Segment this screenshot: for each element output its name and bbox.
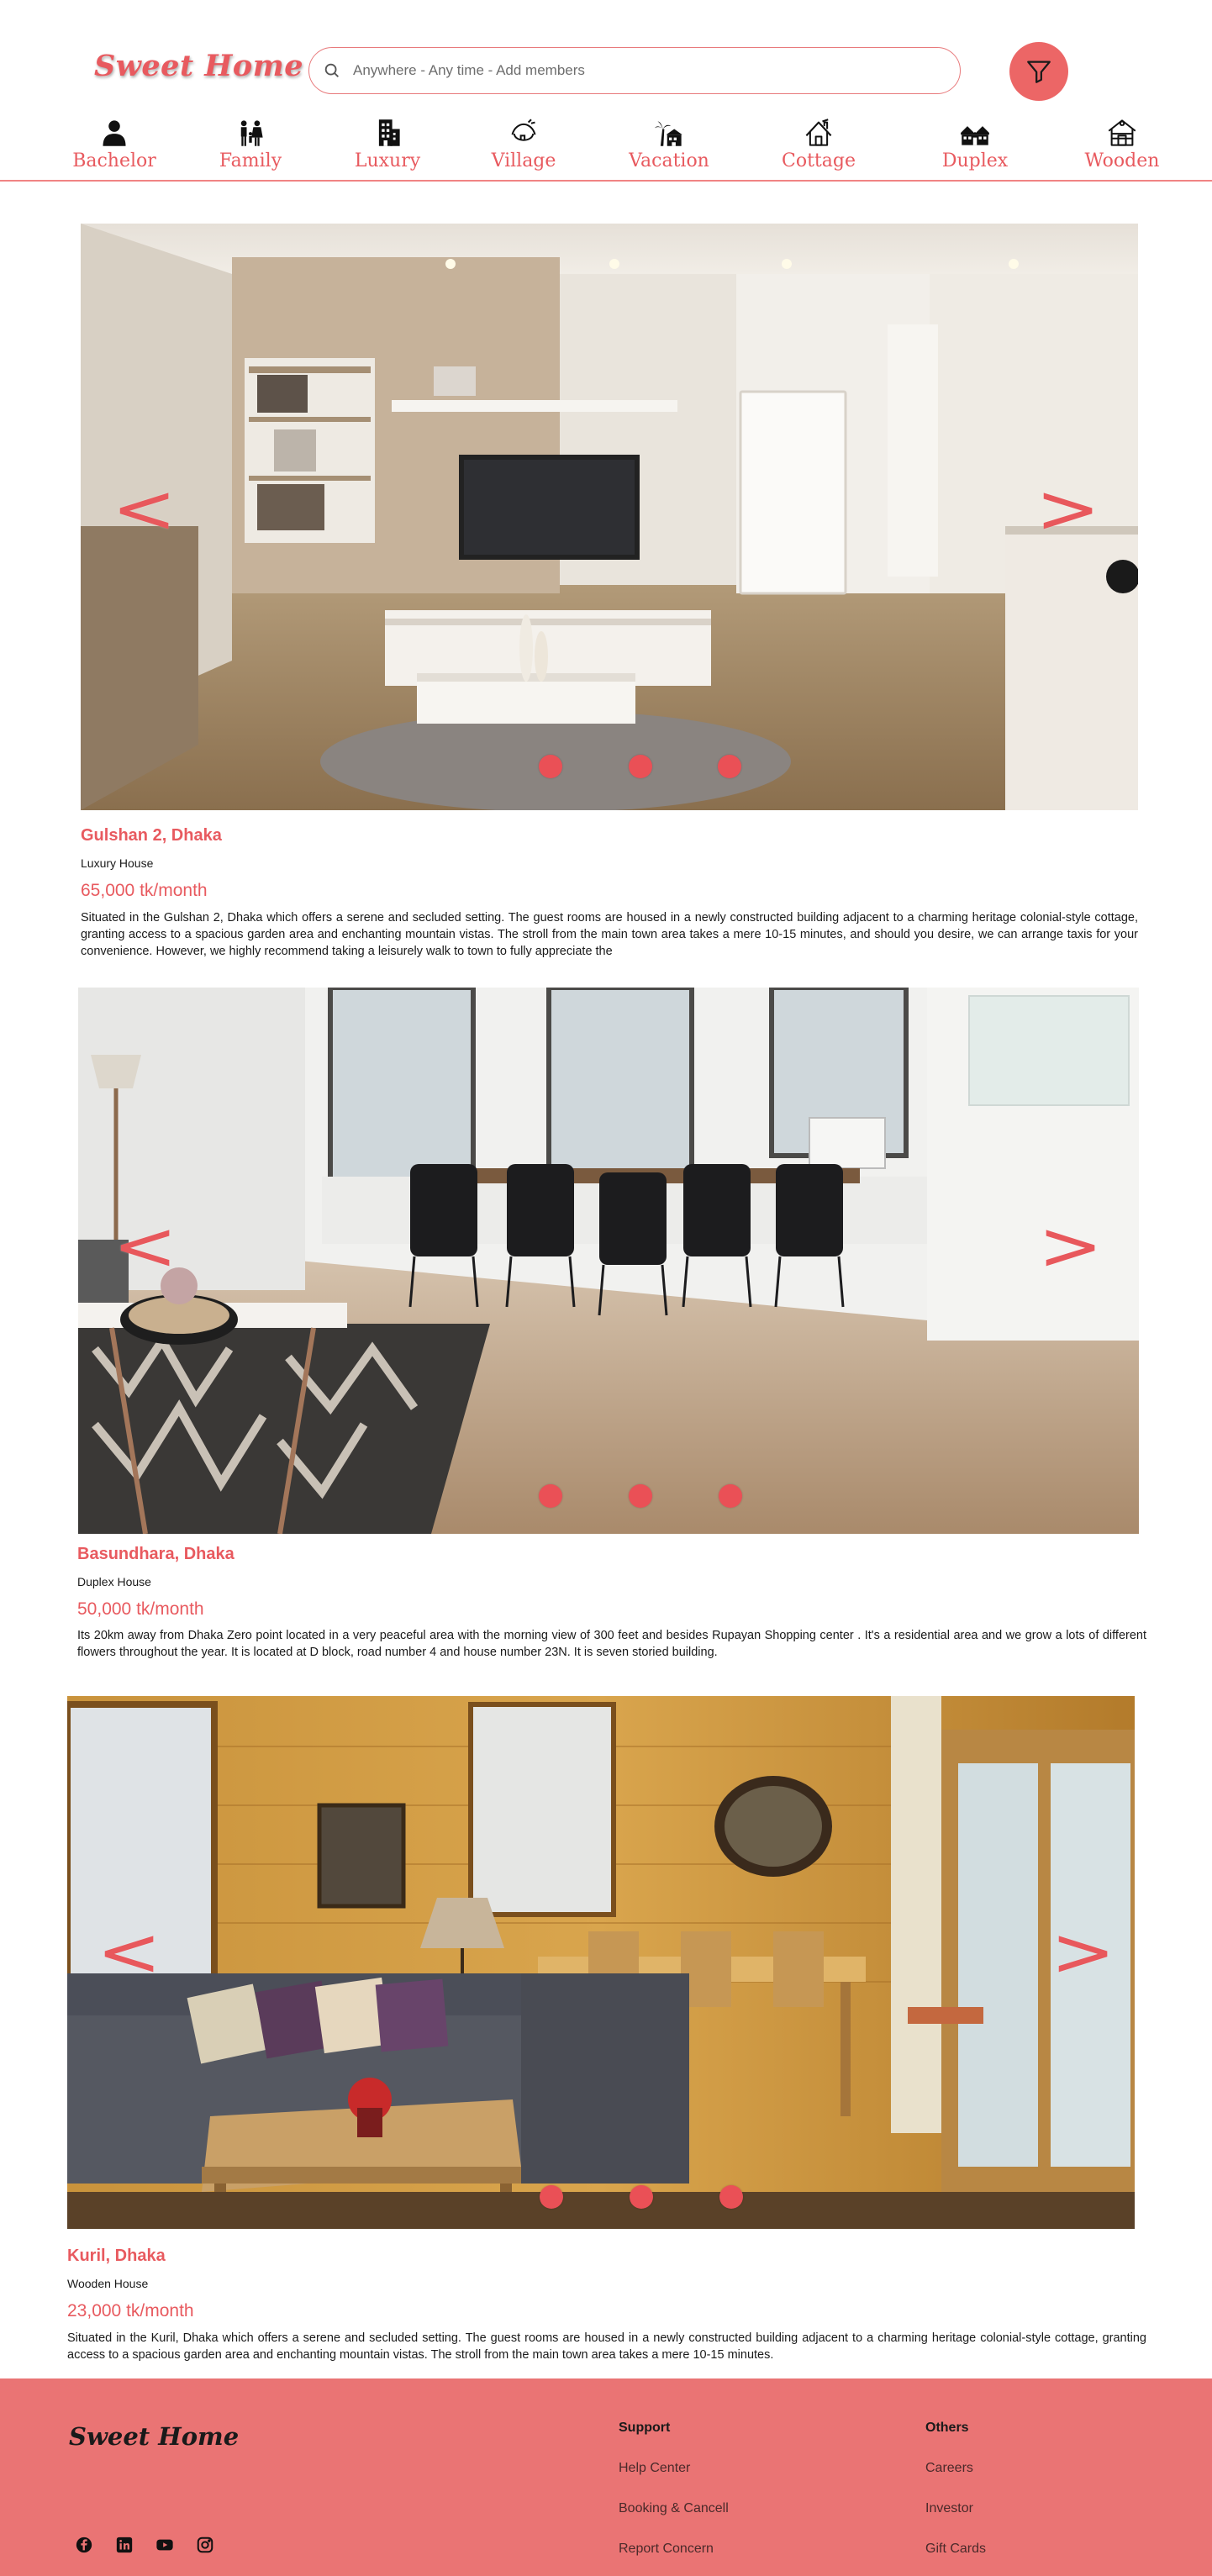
footer-link-careers[interactable]: Careers xyxy=(925,2461,973,2476)
search-input[interactable] xyxy=(353,62,857,79)
listing-location[interactable]: Kuril, Dhaka xyxy=(67,2247,166,2266)
filter-icon xyxy=(1027,61,1051,83)
category-cottage[interactable]: Cottage xyxy=(760,118,877,171)
listing-photo-carousel[interactable]: < > xyxy=(81,224,1138,810)
duplex-icon xyxy=(961,126,989,145)
search-icon xyxy=(324,63,339,77)
listing-description: Situated in the Gulshan 2, Dhaka which o… xyxy=(81,911,1138,958)
listing-description: Its 20km away from Dhaka Zero point loca… xyxy=(77,1629,1146,1659)
footer-link-investor[interactable]: Investor xyxy=(925,2501,973,2516)
listing-description: Situated in the Kuril, Dhaka which offer… xyxy=(67,2331,1146,2362)
carousel-dot[interactable] xyxy=(629,1484,652,1508)
category-label: Luxury xyxy=(354,150,421,171)
footer-support-heading: Support xyxy=(619,2421,671,2435)
next-photo-button[interactable]: > xyxy=(1038,1213,1103,1280)
category-village[interactable]: Village xyxy=(465,118,582,171)
category-label: Duplex xyxy=(941,150,1009,171)
site-footer: Sweet Home Support Help Center Booking &… xyxy=(0,2378,1212,2576)
palm-tree-icon xyxy=(655,121,682,146)
wooden-house-icon xyxy=(1108,119,1136,146)
footer-logo[interactable]: Sweet Home xyxy=(69,2422,239,2451)
footer-link-gift-cards[interactable]: Gift Cards xyxy=(925,2542,986,2557)
listing-price: 23,000 tk/month xyxy=(67,2301,194,2321)
site-logo[interactable]: Sweet Home xyxy=(94,49,303,83)
category-luxury[interactable]: Luxury xyxy=(329,118,446,171)
category-label: Vacation xyxy=(629,150,709,171)
listing-photo-carousel[interactable]: < > xyxy=(78,988,1139,1534)
footer-link-report-concern[interactable]: Report Concern xyxy=(619,2542,714,2557)
carousel-dot[interactable] xyxy=(719,1484,742,1508)
category-duplex[interactable]: Duplex xyxy=(916,118,1034,171)
listing-type: Luxury House xyxy=(81,856,154,870)
prev-photo-button[interactable]: < xyxy=(112,476,177,543)
listing-photo-carousel[interactable]: < > xyxy=(67,1696,1135,2229)
footer-others-heading: Others xyxy=(925,2421,969,2435)
carousel-dot[interactable] xyxy=(540,2185,563,2209)
carousel-dot[interactable] xyxy=(719,2185,743,2209)
category-label: Village xyxy=(491,150,556,171)
category-bar: Bachelor Family Luxury Village Vacation … xyxy=(0,118,1212,182)
carousel-dot[interactable] xyxy=(630,2185,653,2209)
search-bar[interactable] xyxy=(308,47,961,94)
category-wooden[interactable]: Wooden xyxy=(1063,118,1181,171)
wooden-living-room-photo xyxy=(67,1696,1135,2229)
footer-link-booking[interactable]: Booking & Cancell xyxy=(619,2501,729,2516)
filter-button[interactable] xyxy=(1009,42,1068,101)
youtube-icon[interactable] xyxy=(154,2534,176,2556)
linkedin-icon[interactable] xyxy=(113,2534,135,2556)
listing-price: 65,000 tk/month xyxy=(81,881,208,900)
carousel-dot[interactable] xyxy=(539,1484,562,1508)
carousel-dot[interactable] xyxy=(718,755,741,778)
listing-location[interactable]: Gulshan 2, Dhaka xyxy=(81,826,222,845)
category-label: Bachelor xyxy=(72,150,156,171)
facebook-icon[interactable] xyxy=(73,2534,95,2556)
living-room-photo xyxy=(81,224,1138,810)
listing-type: Wooden House xyxy=(67,2277,149,2290)
category-label: Wooden xyxy=(1084,150,1160,171)
category-bachelor[interactable]: Bachelor xyxy=(55,118,173,171)
cottage-icon xyxy=(805,119,832,146)
next-photo-button[interactable]: > xyxy=(1051,1919,1115,1986)
carousel-dot[interactable] xyxy=(539,755,562,778)
person-icon xyxy=(103,120,126,146)
category-label: Cottage xyxy=(782,150,856,171)
listing-type: Duplex House xyxy=(77,1575,151,1588)
hut-icon xyxy=(511,119,536,141)
category-vacation[interactable]: Vacation xyxy=(610,118,728,171)
family-icon xyxy=(240,120,263,146)
prev-photo-button[interactable]: < xyxy=(97,1919,161,1986)
next-photo-button[interactable]: > xyxy=(1035,476,1100,543)
dining-room-photo xyxy=(78,988,1139,1534)
listing-price: 50,000 tk/month xyxy=(77,1599,204,1619)
category-family[interactable]: Family xyxy=(192,118,309,171)
prev-photo-button[interactable]: < xyxy=(113,1213,177,1280)
listing-location[interactable]: Basundhara, Dhaka xyxy=(77,1545,234,1564)
building-icon xyxy=(378,119,400,146)
category-label: Family xyxy=(219,150,282,171)
instagram-icon[interactable] xyxy=(194,2534,216,2556)
carousel-dot[interactable] xyxy=(629,755,652,778)
footer-link-help-center[interactable]: Help Center xyxy=(619,2461,690,2476)
